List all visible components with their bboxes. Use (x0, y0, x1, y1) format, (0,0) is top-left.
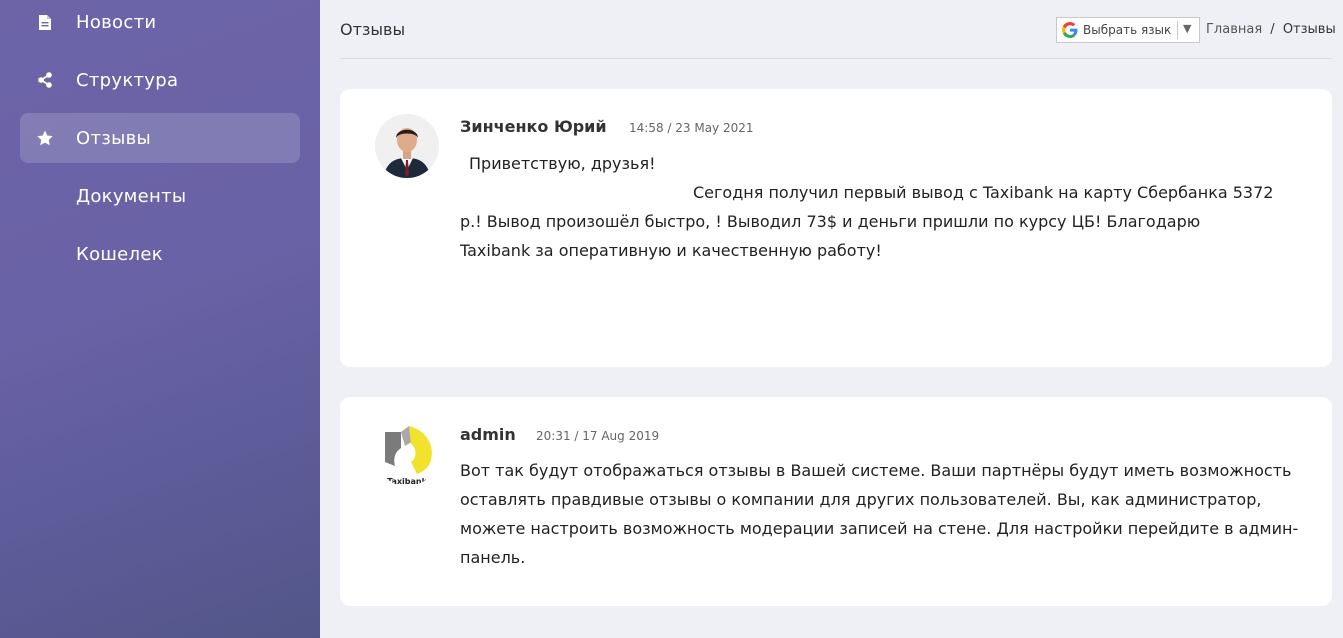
share-icon (34, 69, 56, 91)
review-text-line: р.! Вывод произошёл быстро, ! Выводил 73… (460, 212, 1201, 231)
sidebar-item-label: Отзывы (76, 127, 152, 149)
breadcrumb-home-link[interactable]: Главная (1206, 22, 1262, 37)
star-icon (34, 127, 56, 149)
review-text-line: Приветствую, друзья! (469, 154, 656, 173)
review-author: admin (460, 425, 516, 444)
avatar-logo-text: Taxibank (387, 477, 428, 486)
sidebar-item-label: Новости (76, 11, 157, 33)
review-text-line: Taxibank за оперативную и качественную р… (460, 241, 882, 260)
sidebar-item-label: Структура (76, 69, 179, 91)
review-date: 14:58 / 23 May 2021 (629, 121, 754, 135)
page-title: Отзывы (340, 20, 406, 39)
sidebar-item-news[interactable]: Новости (20, 0, 300, 47)
sidebar-item-reviews[interactable]: Отзывы (20, 113, 300, 163)
breadcrumb-current: Отзывы (1282, 22, 1336, 37)
language-select-label: Выбрать язык (1083, 23, 1172, 37)
breadcrumb: Главная / Отзывы (1206, 22, 1336, 37)
sidebar-item-documents[interactable]: Документы (20, 171, 300, 221)
avatar (375, 114, 439, 178)
review-text: Приветствую, друзья! Сегодня получил пер… (460, 149, 1300, 265)
dropdown-arrow-icon: ▼ (1183, 22, 1192, 35)
document-icon (34, 11, 56, 33)
avatar: Taxibank (375, 422, 439, 486)
language-select[interactable]: Выбрать язык ▼ (1056, 17, 1200, 43)
review-author: Зинченко Юрий (460, 117, 607, 136)
sidebar-item-label: Документы (76, 185, 187, 207)
sidebar-item-label: Кошелек (76, 243, 163, 265)
review-text-line: Сегодня получил первый вывод с Taxibank … (693, 183, 1274, 202)
page-header: Отзывы Выбрать язык ▼ Главная / Отзывы (340, 0, 1336, 59)
review-date: 20:31 / 17 Aug 2019 (536, 429, 660, 443)
review-text: Вот так будут отображаться отзывы в Ваше… (460, 461, 1299, 567)
breadcrumb-separator: / (1270, 22, 1275, 37)
sidebar-item-wallet[interactable]: Кошелек (20, 229, 300, 279)
sidebar: Новости Структура Отзывы Документы Кошел… (0, 0, 320, 638)
sidebar-item-structure[interactable]: Структура (20, 55, 300, 105)
google-icon (1061, 21, 1079, 39)
review-card: Зинченко Юрий 14:58 / 23 May 2021 Привет… (340, 89, 1332, 367)
review-card: Taxibank admin 20:31 / 17 Aug 2019 Вот т… (340, 397, 1332, 606)
